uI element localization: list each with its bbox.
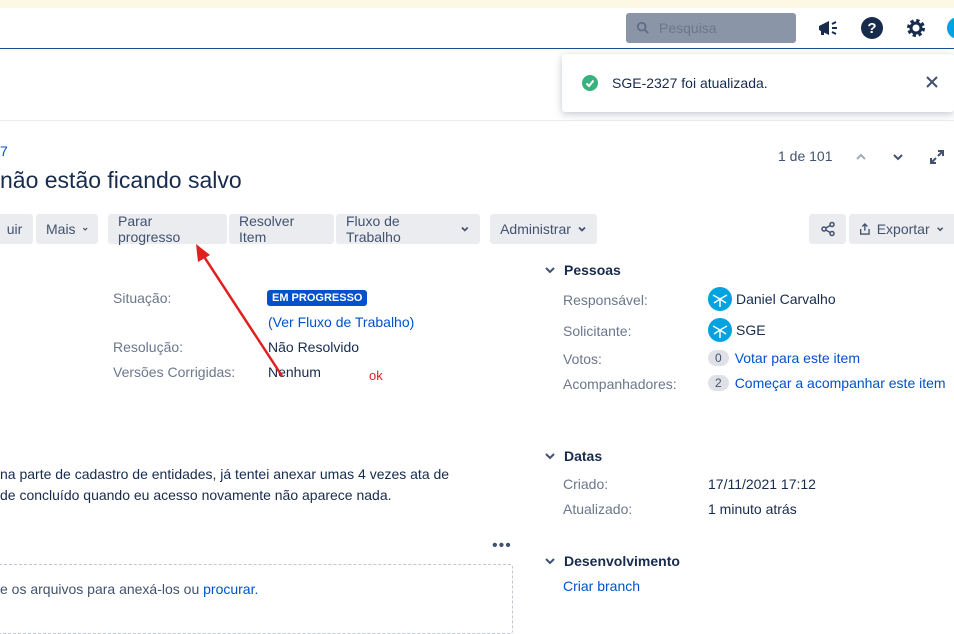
attachment-dropzone[interactable] (0, 564, 513, 634)
people-title: Pessoas (564, 262, 621, 278)
workflow-button[interactable]: Fluxo de Trabalho (336, 213, 480, 245)
status-label: Situação: (113, 290, 172, 306)
dates-section-header[interactable]: Datas (544, 448, 602, 464)
export-label: Exportar (876, 221, 930, 237)
watchers-value: 2 Começar a acompanhar este item (708, 375, 946, 391)
top-navigation-bar: Pesquisa ? (0, 8, 954, 49)
assignee-name: Daniel Carvalho (736, 291, 836, 307)
annotation-ok-text: ok (369, 368, 383, 383)
dropzone-instructions: e os arquivos para anexá-los ou (0, 581, 204, 597)
votes-value: 0 Votar para este item (708, 350, 860, 366)
view-workflow-link[interactable]: (Ver Fluxo de Trabalho) (268, 314, 414, 330)
updated-label: Atualizado: (563, 501, 633, 517)
assignee-value[interactable]: Daniel Carvalho (708, 287, 836, 311)
dropzone-text: e os arquivos para anexá-los ou procurar… (0, 581, 258, 597)
chevron-down-icon (82, 227, 88, 231)
search-input[interactable]: Pesquisa (626, 13, 796, 43)
chevron-up-icon[interactable] (853, 149, 869, 165)
votes-label: Votos: (563, 351, 602, 367)
chevron-down-icon (461, 226, 469, 232)
development-title: Desenvolvimento (564, 553, 680, 569)
stop-progress-button[interactable]: Parar progresso (108, 213, 227, 245)
reporter-label: Solicitante: (563, 323, 632, 339)
more-label: Mais (46, 221, 76, 237)
issue-title: não estão ficando salvo (0, 167, 242, 193)
issue-key-link[interactable]: 7 (0, 143, 8, 159)
avatar-icon (708, 318, 732, 342)
more-options-icon[interactable]: ••• (492, 537, 512, 555)
fix-versions-label: Versões Corrigidas: (113, 364, 236, 380)
votes-count-badge: 0 (708, 350, 729, 366)
gear-icon[interactable] (904, 16, 928, 40)
status-lozenge[interactable]: EM PROGRESSO (267, 290, 368, 306)
pager-text: 1 de 101 (778, 148, 833, 164)
created-label: Criado: (563, 476, 609, 492)
updated-value: 1 minuto atrás (708, 501, 797, 517)
chevron-down-icon (545, 558, 555, 565)
share-button[interactable] (809, 214, 846, 244)
chevron-down-icon (578, 226, 586, 232)
created-value: 17/11/2021 17:12 (708, 476, 816, 492)
search-icon (636, 21, 649, 34)
watch-link[interactable]: Começar a acompanhar este item (735, 375, 946, 391)
expand-icon[interactable] (929, 149, 945, 165)
avatar-icon[interactable] (946, 16, 954, 40)
chevron-down-icon (545, 267, 555, 274)
watchers-count-badge: 2 (708, 375, 729, 391)
admin-button[interactable]: Administrar (490, 214, 597, 244)
people-section-header[interactable]: Pessoas (544, 262, 621, 278)
reporter-name: SGE (736, 322, 766, 338)
assign-button[interactable]: uir (0, 214, 33, 244)
check-circle-icon (582, 75, 598, 91)
description-line-1: na parte de cadastro de entidades, já te… (0, 466, 450, 482)
chevron-down-icon (936, 227, 943, 232)
help-icon[interactable]: ? (860, 16, 884, 40)
description-line-2: de concluído quando eu acesso novamente … (0, 487, 392, 503)
export-icon (860, 223, 870, 235)
avatar-icon (708, 287, 732, 311)
close-icon[interactable] (924, 74, 940, 90)
browse-link[interactable]: procurar. (203, 581, 258, 597)
assign-label: uir (6, 221, 23, 237)
create-branch-link[interactable]: Criar branch (563, 578, 640, 594)
export-button[interactable]: Exportar (849, 214, 954, 244)
top-banner (0, 0, 954, 8)
more-button[interactable]: Mais (36, 214, 98, 244)
chevron-down-icon[interactable] (890, 149, 906, 165)
workflow-label: Fluxo de Trabalho (346, 213, 401, 245)
share-icon (820, 221, 835, 237)
watchers-label: Acompanhadores: (563, 376, 677, 392)
resolve-issue-button[interactable]: Resolver Item (229, 213, 334, 245)
fix-versions-value: Nenhum (268, 364, 321, 380)
reporter-value[interactable]: SGE (708, 318, 766, 342)
resolve-issue-label: Resolver Item (239, 213, 295, 245)
assignee-label: Responsável: (563, 292, 648, 308)
admin-label: Administrar (500, 221, 571, 237)
stop-progress-label: Parar progresso (118, 213, 181, 245)
success-flag: SGE-2327 foi atualizada. (562, 54, 954, 112)
flag-message: SGE-2327 foi atualizada. (612, 75, 768, 91)
resolution-value: Não Resolvido (268, 339, 360, 355)
chevron-down-icon (545, 453, 555, 460)
resolution-label: Resolução: (113, 339, 184, 355)
dates-title: Datas (564, 448, 603, 464)
vote-link[interactable]: Votar para este item (735, 350, 860, 366)
svg-text:?: ? (867, 20, 876, 37)
search-placeholder: Pesquisa (659, 20, 717, 36)
megaphone-icon[interactable] (816, 16, 840, 40)
development-section-header[interactable]: Desenvolvimento (544, 553, 680, 569)
